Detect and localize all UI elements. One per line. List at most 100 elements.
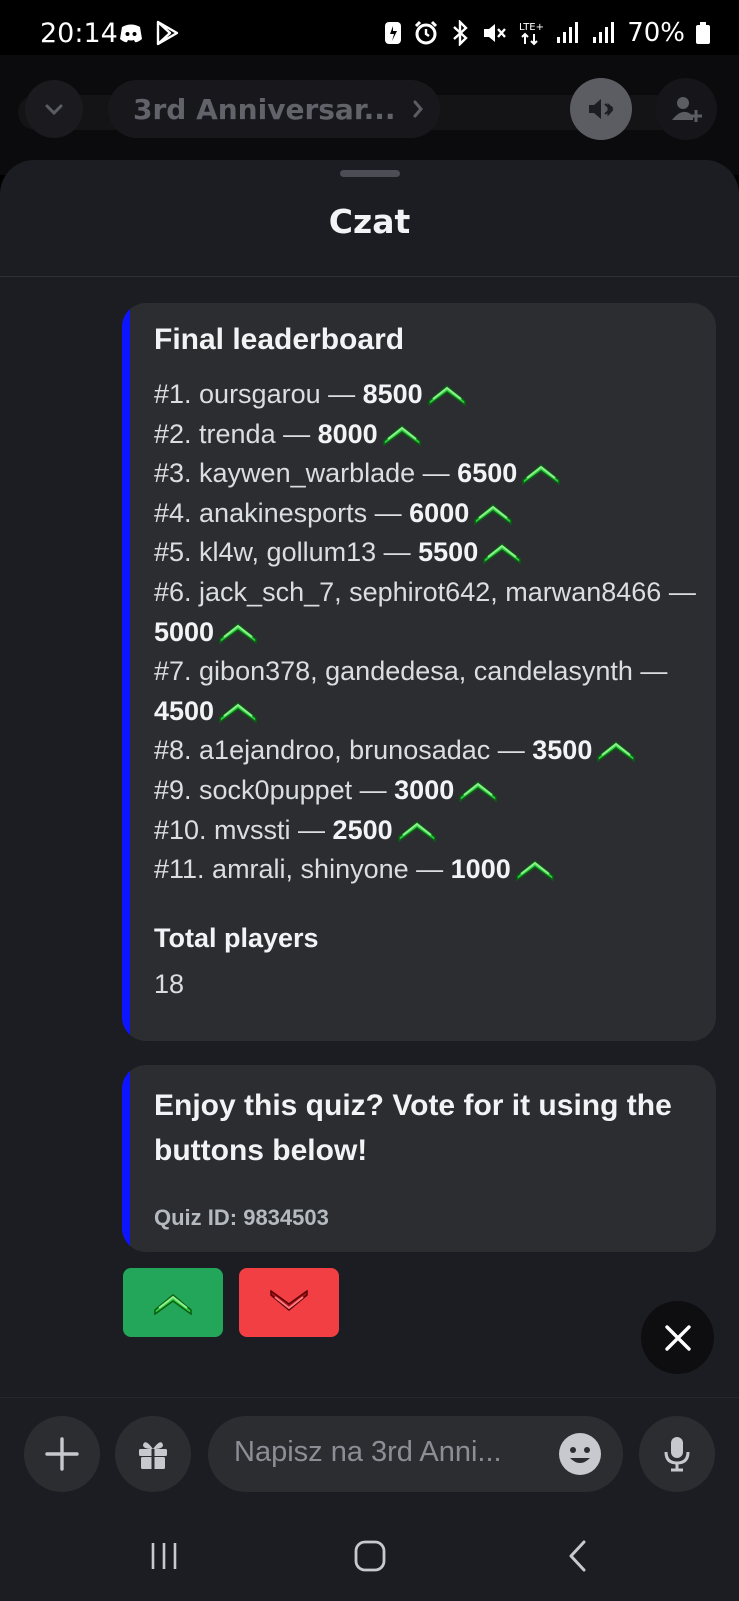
entry-score: 5000 bbox=[154, 616, 215, 647]
collapse-button[interactable] bbox=[25, 80, 83, 138]
field-name: Total players bbox=[154, 923, 319, 953]
vote-embed: Enjoy this quiz? Vote for it using the b… bbox=[122, 1065, 716, 1252]
battery-icon bbox=[696, 22, 710, 44]
close-button[interactable] bbox=[641, 1301, 714, 1374]
sheet-title: Czat bbox=[328, 202, 411, 241]
leaderboard-list: #1. oursgarou — 8500 #2. trenda — 8000 #… bbox=[154, 375, 699, 890]
entry-score: 6500 bbox=[457, 458, 518, 489]
entry-score: 4500 bbox=[154, 695, 215, 726]
leaderboard-entry: #11. amrali, shinyone — 1000 bbox=[154, 850, 699, 890]
leaderboard-entry: #3. kaywen_warblade — 6500 bbox=[154, 454, 699, 494]
play-store-icon bbox=[156, 20, 179, 46]
chevron-right-icon bbox=[413, 100, 423, 118]
entry-score: 3500 bbox=[532, 735, 593, 766]
recents-icon bbox=[151, 1543, 177, 1569]
up-chevron-icon bbox=[522, 464, 560, 486]
field-value: 18 bbox=[154, 969, 185, 999]
entry-score: 8000 bbox=[317, 418, 378, 449]
entry-score: 8500 bbox=[362, 379, 423, 409]
entry-score: 2500 bbox=[332, 814, 393, 845]
chevron-down-icon bbox=[45, 104, 63, 116]
status-left-icons bbox=[118, 20, 180, 46]
entry-score: 6000 bbox=[409, 497, 470, 528]
message-input[interactable]: Napisz na 3rd Anni... bbox=[208, 1416, 623, 1492]
up-chevron-icon bbox=[474, 503, 512, 525]
svg-text:LTE+: LTE+ bbox=[519, 22, 544, 33]
leaderboard-entry: #2. trenda — 8000 bbox=[154, 415, 699, 455]
discord-icon bbox=[120, 24, 142, 43]
speaker-bluetooth-icon bbox=[589, 99, 614, 119]
divider bbox=[0, 276, 739, 277]
entry-text: #5. kl4w, gollum13 — bbox=[154, 537, 419, 568]
battery-percent: 70% bbox=[627, 18, 685, 48]
channel-name: 3rd Anniversar... bbox=[133, 92, 396, 126]
embed-title: Final leaderboard bbox=[154, 323, 405, 356]
status-time: 20:14 bbox=[40, 18, 118, 49]
microphone-icon bbox=[664, 1437, 690, 1472]
leaderboard-entry: #8. a1ejandroo, brunosadac — 3500 bbox=[154, 731, 699, 771]
lte-icon: LTE+ bbox=[519, 22, 544, 46]
entry-score: 1000 bbox=[450, 854, 511, 885]
close-icon bbox=[664, 1324, 691, 1351]
entry-score: 5500 bbox=[418, 537, 479, 568]
speaker-button[interactable] bbox=[570, 78, 632, 140]
back-button[interactable] bbox=[548, 1531, 608, 1581]
bluetooth-icon bbox=[453, 20, 468, 46]
entry-text: #1. oursgarou — bbox=[154, 379, 363, 409]
message-composer: Napisz na 3rd Anni... bbox=[0, 1397, 739, 1509]
gift-icon bbox=[139, 1442, 167, 1469]
up-chevron-icon bbox=[483, 543, 521, 565]
entry-text: #2. trenda — bbox=[154, 418, 318, 449]
message-placeholder: Napisz na 3rd Anni... bbox=[234, 1436, 502, 1468]
gift-button[interactable] bbox=[115, 1416, 191, 1492]
leaderboard-entry: #4. anakinesports — 6000 bbox=[154, 494, 699, 534]
entry-text: #11. amrali, shinyone — bbox=[154, 854, 451, 885]
up-chevron-icon bbox=[382, 424, 421, 446]
recents-button[interactable] bbox=[134, 1531, 194, 1581]
leaderboard-entry: #1. oursgarou — 8500 bbox=[154, 375, 699, 415]
entry-score: 3000 bbox=[394, 774, 455, 805]
entry-text: #7. gibon378, gandedesa, candelasynth — bbox=[154, 656, 668, 687]
voice-message-button[interactable] bbox=[639, 1416, 715, 1492]
entry-text: #8. a1ejandroo, brunosadac — bbox=[154, 735, 533, 766]
up-chevron-icon bbox=[515, 860, 554, 882]
up-chevron-icon bbox=[459, 780, 497, 802]
entry-text: #4. anakinesports — bbox=[154, 497, 410, 528]
entry-text: #10. mvssti — bbox=[154, 814, 333, 845]
quiz-id: Quiz ID: 9834503 bbox=[154, 1205, 329, 1230]
home-icon bbox=[354, 1540, 386, 1572]
signal-icon bbox=[557, 22, 579, 43]
up-chevron-icon bbox=[397, 820, 436, 842]
leaderboard-entry: #9. sock0puppet — 3000 bbox=[154, 771, 699, 811]
notification-icon bbox=[385, 22, 402, 44]
back-icon bbox=[569, 1540, 586, 1572]
attach-button[interactable] bbox=[24, 1416, 100, 1492]
leaderboard-entry: #10. mvssti — 2500 bbox=[154, 811, 699, 851]
leaderboard-entry: #7. gibon378, gandedesa, candelasynth — … bbox=[154, 652, 699, 731]
downvote-button[interactable] bbox=[239, 1268, 339, 1337]
signal-icon bbox=[593, 22, 615, 43]
down-chevron-icon bbox=[270, 1290, 308, 1311]
up-chevron-icon bbox=[219, 622, 257, 644]
up-chevron-icon bbox=[597, 741, 636, 763]
plus-icon bbox=[45, 1437, 79, 1471]
home-button[interactable] bbox=[340, 1531, 400, 1581]
drag-handle[interactable] bbox=[340, 170, 400, 177]
emoji-icon[interactable] bbox=[557, 1431, 603, 1477]
system-nav-bar bbox=[0, 1509, 739, 1601]
add-user-icon bbox=[672, 97, 702, 122]
leaderboard-embed: Final leaderboard #1. oursgarou — 8500 #… bbox=[122, 303, 716, 1041]
up-chevron-icon bbox=[154, 1294, 192, 1315]
leaderboard-entry: #5. kl4w, gollum13 — 5500 bbox=[154, 533, 699, 573]
leaderboard-entry: #6. jack_sch_7, sephirot642, marwan8466 … bbox=[154, 573, 699, 652]
vote-prompt: Enjoy this quiz? Vote for it using the b… bbox=[154, 1089, 672, 1167]
entry-text: #3. kaywen_warblade — bbox=[154, 458, 458, 489]
mute-icon bbox=[484, 24, 507, 42]
channel-name-pill[interactable]: 3rd Anniversar... bbox=[108, 80, 440, 138]
add-user-button[interactable] bbox=[655, 78, 717, 140]
up-chevron-icon bbox=[427, 385, 466, 406]
entry-text: #6. jack_sch_7, sephirot642, marwan8466 … bbox=[154, 576, 696, 607]
entry-text: #9. sock0puppet — bbox=[154, 774, 395, 805]
alarm-icon bbox=[415, 20, 438, 45]
upvote-button[interactable] bbox=[123, 1268, 223, 1337]
